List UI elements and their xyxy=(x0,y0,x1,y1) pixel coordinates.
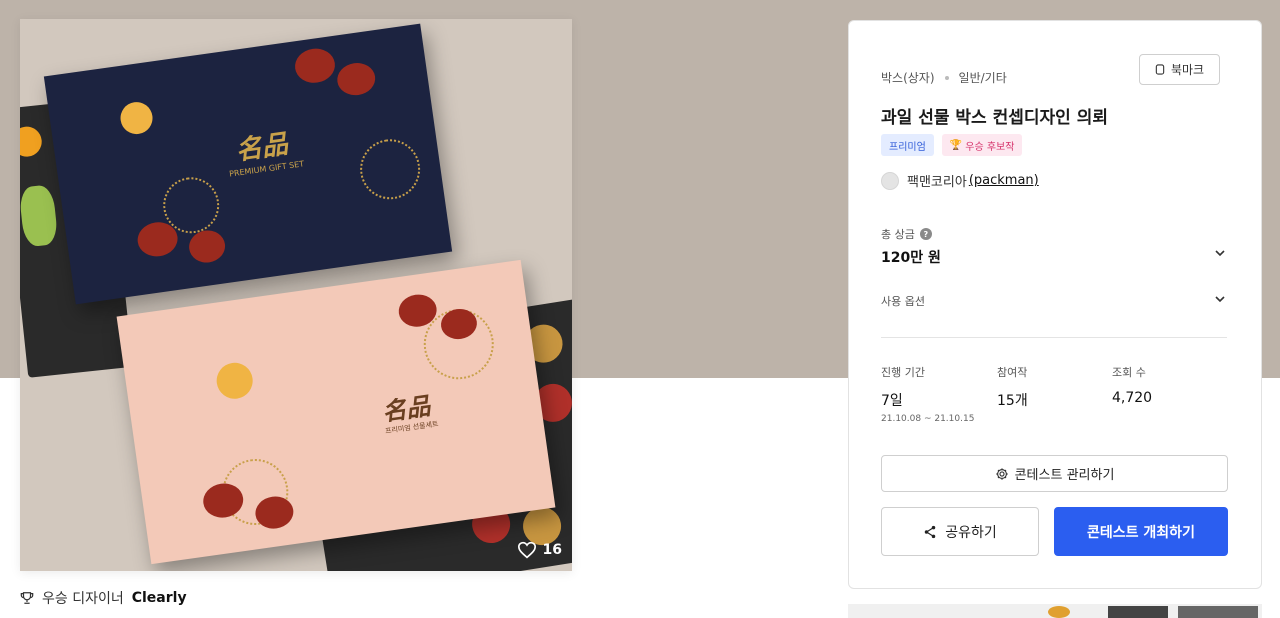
gear-icon xyxy=(995,467,1008,480)
help-icon[interactable]: ? xyxy=(919,228,932,240)
stat-entries: 참여작 15개 xyxy=(997,364,1028,410)
stat-views-label: 조회 수 xyxy=(1112,366,1146,379)
chevron-down-icon[interactable] xyxy=(1213,246,1227,260)
gift-box-navy: 名品 PREMIUM GIFT SET xyxy=(43,23,453,305)
breadcrumb-category[interactable]: 박스(상자) xyxy=(881,69,935,86)
chevron-down-icon[interactable] xyxy=(1213,292,1227,306)
stat-period-value: 7일 xyxy=(881,393,903,409)
like-button[interactable]: 16 xyxy=(517,541,562,559)
avatar xyxy=(881,171,899,190)
divider xyxy=(881,337,1227,338)
share-label: 공유하기 xyxy=(945,524,997,541)
total-prize-text: 총 상금 xyxy=(881,228,915,241)
bookmark-icon xyxy=(1155,64,1165,75)
premium-badge: 프리미엄 xyxy=(881,134,934,156)
breadcrumb-separator xyxy=(944,75,949,80)
stat-views-value: 4,720 xyxy=(1112,390,1153,406)
breadcrumb: 박스(상자) 일반/기타 xyxy=(881,69,1007,86)
winner-candidate-badge: 🏆 우승 후보작 xyxy=(941,134,1023,156)
total-prize-label: 총 상금 ? xyxy=(881,226,932,242)
owner-name: 팩맨코리아 xyxy=(907,175,967,190)
winning-designer-label: 우승 디자이너 xyxy=(42,591,124,607)
bookmark-button[interactable]: 북마크 xyxy=(1139,54,1220,85)
trophy-icon xyxy=(20,592,34,604)
manage-contest-button[interactable]: 콘테스트 관리하기 xyxy=(881,455,1228,492)
box-logo-navy: 名品 xyxy=(234,129,290,167)
winner-candidate-label: 우승 후보작 xyxy=(965,141,1015,153)
stat-period-label: 진행 기간 xyxy=(881,366,925,379)
stat-views: 조회 수 4,720 xyxy=(1112,364,1152,406)
usage-option-label: 사용 옵션 xyxy=(881,295,925,308)
contest-owner[interactable]: 팩맨코리아 (packman) xyxy=(881,171,1039,190)
design-image[interactable]: 名品 PREMIUM GIFT SET 名品 프리미엄 선물세트 16 xyxy=(20,19,572,571)
breadcrumb-subcategory[interactable]: 일반/기타 xyxy=(959,69,1007,86)
trophy-icon: 🏆 xyxy=(949,139,963,151)
winning-designer-name[interactable]: Clearly xyxy=(132,590,187,606)
winning-designer: 우승 디자이너 Clearly xyxy=(20,588,187,608)
manage-contest-label: 콘테스트 관리하기 xyxy=(1014,468,1115,483)
stat-entries-label: 참여작 xyxy=(997,366,1028,379)
host-contest-button[interactable]: 콘테스트 개최하기 xyxy=(1054,507,1228,556)
stat-entries-value: 15개 xyxy=(997,393,1028,409)
stat-period-range: 21.10.08 ~ 21.10.15 xyxy=(881,414,975,424)
share-button[interactable]: 공유하기 xyxy=(881,507,1039,556)
total-prize-value: 120만 원 xyxy=(881,250,941,266)
bookmark-label: 북마크 xyxy=(1170,63,1205,77)
next-section-preview xyxy=(848,604,1262,618)
contest-info-panel: 박스(상자) 일반/기타 북마크 과일 선물 박스 컨셉디자인 의뢰 프리미엄 … xyxy=(848,20,1262,589)
heart-icon xyxy=(517,541,536,559)
contest-title: 과일 선물 박스 컨셉디자인 의뢰 xyxy=(881,108,1108,128)
stat-period: 진행 기간 7일 21.10.08 ~ 21.10.15 xyxy=(881,364,974,424)
like-count: 16 xyxy=(542,542,562,558)
badge-group: 프리미엄 🏆 우승 후보작 xyxy=(881,134,1023,156)
share-icon xyxy=(924,525,936,538)
owner-handle[interactable]: (packman) xyxy=(969,173,1039,188)
